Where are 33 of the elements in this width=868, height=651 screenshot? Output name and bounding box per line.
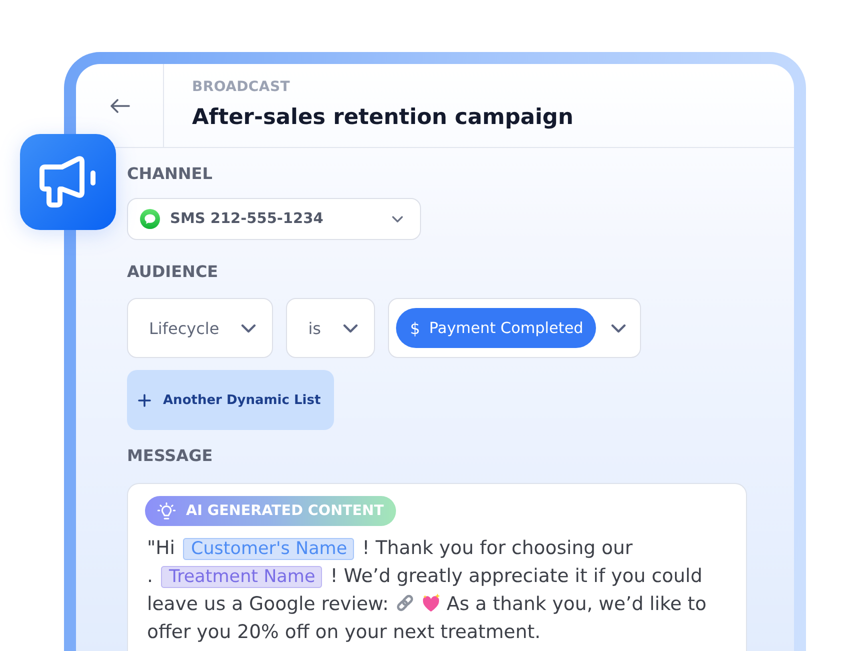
megaphone-icon — [20, 134, 116, 230]
message-field[interactable] — [127, 483, 747, 651]
add-list-button[interactable]: Another Dynamic List — [127, 370, 334, 430]
back-arrow-icon — [110, 98, 130, 112]
message-text: ! We’d greatly appreciate it if you could — [330, 566, 702, 587]
message-text: "Hi — [147, 538, 175, 559]
ai-content-badge: AI GENERATED CONTENT — [145, 496, 396, 526]
section-label: AUDIENCE — [127, 262, 218, 282]
section-label: MESSAGE — [127, 446, 213, 466]
plus-icon — [138, 394, 151, 406]
chevron-down-icon — [342, 324, 358, 332]
lightbulb-icon — [157, 502, 176, 520]
section-label: CHANNEL — [127, 164, 212, 184]
chevron-down-icon — [611, 324, 626, 332]
page-title: After-sales retention campaign — [192, 104, 574, 132]
message-text: ! Thank you for choosing our — [362, 538, 633, 559]
variable-tag: Customer's Name — [182, 538, 354, 560]
variable-tag: Treatment Name — [160, 566, 322, 588]
channel-select[interactable]: SMS 212-555-1234 — [127, 198, 421, 240]
chevron-down-icon — [392, 216, 403, 222]
message-text: . — [147, 566, 153, 587]
message-text: leave us a Google review: — [147, 594, 389, 615]
message-text: offer you 20% off on your next treatment. — [147, 622, 541, 643]
filter-select[interactable]: $ Payment Completed — [388, 298, 642, 358]
filter-select[interactable]: Lifecycle — [127, 298, 274, 358]
message-text: As a thank you, we’d like to — [446, 594, 706, 615]
sparkling-heart-icon — [420, 593, 441, 613]
chevron-down-icon — [241, 324, 256, 332]
filter-select[interactable]: is — [286, 298, 375, 358]
chat-bubble-icon — [140, 209, 160, 229]
category-label: BROADCAST — [192, 78, 290, 96]
selected-value-tag: $ Payment Completed — [396, 308, 596, 348]
link-icon — [394, 593, 415, 613]
